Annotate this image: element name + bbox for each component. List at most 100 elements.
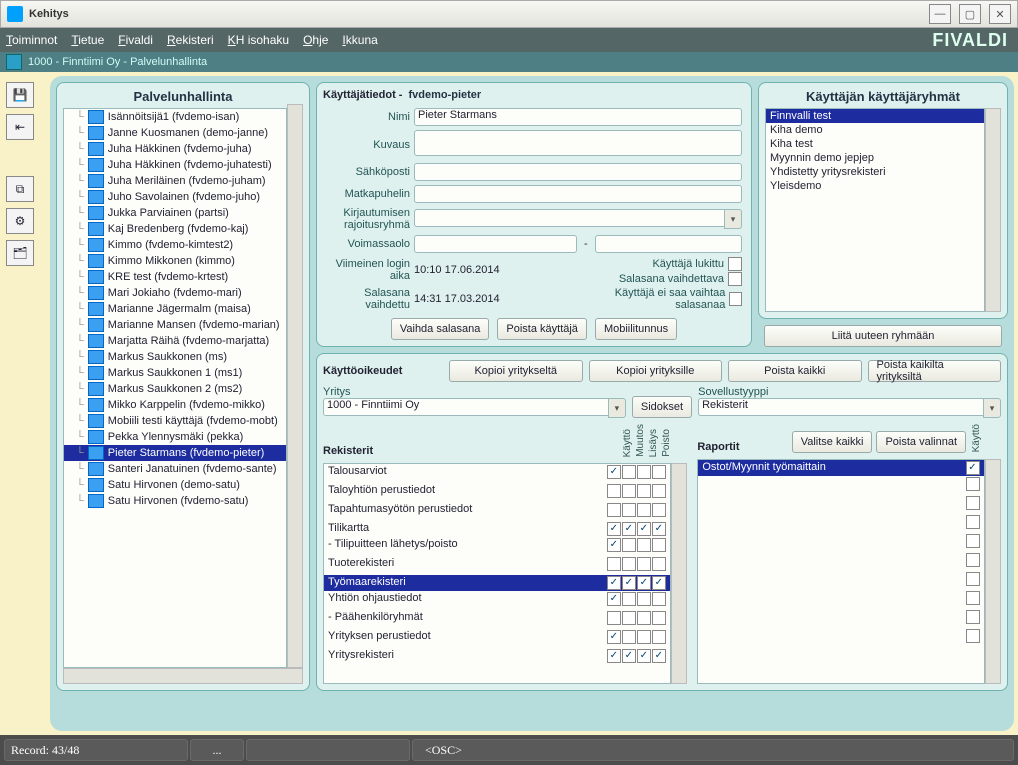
- perm-check[interactable]: [607, 557, 621, 571]
- tree-user-node[interactable]: └Marianne Jägermalm (maisa): [64, 301, 286, 317]
- bindings-button[interactable]: Sidokset: [632, 396, 692, 418]
- copy-to-button[interactable]: Kopioi yrityksille: [589, 360, 723, 382]
- register-row[interactable]: Yrityksen perustiedot✓: [324, 629, 670, 648]
- perm-check[interactable]: [637, 630, 651, 644]
- tree-user-node[interactable]: └Mobiili testi käyttäjä (fvdemo-mobt): [64, 413, 286, 429]
- perm-check[interactable]: [637, 592, 651, 606]
- tree-user-node[interactable]: └Mari Jokiaho (fvdemo-mari): [64, 285, 286, 301]
- save-button[interactable]: 💾: [6, 82, 34, 108]
- menu-item[interactable]: Fivaldi: [118, 33, 153, 47]
- report-check[interactable]: [966, 591, 980, 605]
- register-row[interactable]: Työmaarekisteri✓✓✓✓: [324, 575, 670, 591]
- perm-check[interactable]: [652, 592, 666, 606]
- perm-check[interactable]: ✓: [652, 576, 666, 590]
- perm-check[interactable]: [637, 503, 651, 517]
- perm-check[interactable]: [622, 557, 636, 571]
- valid-from-field[interactable]: [414, 235, 577, 253]
- perm-check[interactable]: [652, 465, 666, 479]
- tree-user-node[interactable]: └KRE test (fvdemo-krtest): [64, 269, 286, 285]
- perm-check[interactable]: ✓: [607, 592, 621, 606]
- chevron-down-icon[interactable]: ▾: [983, 398, 1001, 418]
- scrollbar[interactable]: [671, 463, 687, 684]
- maximize-button[interactable]: ▢: [959, 4, 981, 24]
- reports-clear-sel[interactable]: Poista valinnat: [876, 431, 966, 453]
- report-check[interactable]: [966, 629, 980, 643]
- perm-check[interactable]: [637, 611, 651, 625]
- apptype-combo[interactable]: Rekisterit: [698, 398, 983, 416]
- report-check[interactable]: [966, 496, 980, 510]
- tree-user-node[interactable]: └Markus Saukkonen (ms): [64, 349, 286, 365]
- menu-item[interactable]: Ikkuna: [342, 33, 377, 47]
- scrollbar[interactable]: [985, 108, 1001, 312]
- perm-check[interactable]: [607, 484, 621, 498]
- desc-field[interactable]: [414, 130, 742, 156]
- perm-check[interactable]: [652, 503, 666, 517]
- register-row[interactable]: Yritysrekisteri✓✓✓✓: [324, 648, 670, 664]
- exit-button[interactable]: ⇤: [6, 114, 34, 140]
- menu-item[interactable]: Toiminnot: [6, 33, 57, 47]
- group-row[interactable]: Myynnin demo jepjep: [766, 151, 984, 165]
- perm-check[interactable]: [652, 557, 666, 571]
- tree-user-node[interactable]: └Isännöitsijä1 (fvdemo-isan): [64, 109, 286, 125]
- perm-check[interactable]: ✓: [652, 649, 666, 663]
- perm-check[interactable]: [607, 611, 621, 625]
- tree-user-node[interactable]: └Juho Savolainen (fvdemo-juho): [64, 189, 286, 205]
- tree-user-node[interactable]: └Markus Saukkonen 1 (ms1): [64, 365, 286, 381]
- tree-user-node[interactable]: └Satu Hirvonen (fvdemo-satu): [64, 493, 286, 509]
- tool-button[interactable]: ⚙: [6, 208, 34, 234]
- tree-user-node[interactable]: └Juha Meriläinen (fvdemo-juham): [64, 173, 286, 189]
- report-row[interactable]: Ostot/Myynnit työmaittain✓: [698, 460, 984, 476]
- perm-check[interactable]: [652, 538, 666, 552]
- tree-user-node[interactable]: └Janne Kuosmanen (demo-janne): [64, 125, 286, 141]
- report-check[interactable]: [966, 534, 980, 548]
- groups-list[interactable]: Finnvalli testKiha demoKiha testMyynnin …: [765, 108, 985, 312]
- perm-check[interactable]: ✓: [607, 649, 621, 663]
- h-scrollbar[interactable]: [63, 668, 303, 684]
- perm-check[interactable]: [652, 484, 666, 498]
- register-row[interactable]: Tapahtumasyötön perustiedot: [324, 502, 670, 521]
- perm-check[interactable]: ✓: [652, 522, 666, 536]
- perm-check[interactable]: [652, 611, 666, 625]
- perm-check[interactable]: ✓: [607, 630, 621, 644]
- report-check[interactable]: [966, 515, 980, 529]
- copy-from-button[interactable]: Kopioi yritykseltä: [449, 360, 583, 382]
- clear-all-button[interactable]: Poista kaikki: [728, 360, 862, 382]
- perm-check[interactable]: [622, 630, 636, 644]
- register-row[interactable]: Yhtiön ohjaustiedot✓: [324, 591, 670, 610]
- perm-check[interactable]: ✓: [607, 538, 621, 552]
- report-check[interactable]: [966, 572, 980, 586]
- close-button[interactable]: ✕: [989, 4, 1011, 24]
- register-row[interactable]: Taloyhtiön perustiedot: [324, 483, 670, 502]
- tree-user-node[interactable]: └Pieter Starmans (fvdemo-pieter): [64, 445, 286, 461]
- company-combo[interactable]: 1000 - Finntiimi Oy: [323, 398, 608, 416]
- tree-user-node[interactable]: └Kimmo (fvdemo-kimtest2): [64, 237, 286, 253]
- phone-field[interactable]: [414, 185, 742, 203]
- registers-list[interactable]: Talousarviot✓Taloyhtiön perustiedotTapah…: [323, 463, 671, 684]
- chevron-down-icon[interactable]: ▾: [724, 209, 742, 229]
- perm-check[interactable]: ✓: [637, 576, 651, 590]
- register-row[interactable]: Talousarviot✓: [324, 464, 670, 483]
- perm-check[interactable]: ✓: [637, 522, 651, 536]
- report-check[interactable]: [966, 610, 980, 624]
- tree-user-node[interactable]: └Kimmo Mikkonen (kimmo): [64, 253, 286, 269]
- perm-check[interactable]: [637, 465, 651, 479]
- reports-list[interactable]: Ostot/Myynnit työmaittain✓: [697, 459, 985, 684]
- perm-check[interactable]: ✓: [622, 576, 636, 590]
- menu-item[interactable]: Rekisteri: [167, 33, 214, 47]
- scrollbar[interactable]: [287, 104, 303, 668]
- change-password-button[interactable]: Vaihda salasana: [391, 318, 490, 340]
- tree-user-node[interactable]: └Pekka Ylennysmäki (pekka): [64, 429, 286, 445]
- tree-user-node[interactable]: └Juha Häkkinen (fvdemo-juhatesti): [64, 157, 286, 173]
- perm-check[interactable]: ✓: [607, 576, 621, 590]
- perm-check[interactable]: [607, 503, 621, 517]
- menu-item[interactable]: Tietue: [71, 33, 104, 47]
- email-field[interactable]: [414, 163, 742, 181]
- perm-check[interactable]: [622, 465, 636, 479]
- register-row[interactable]: Tuoterekisteri: [324, 556, 670, 575]
- user-tree[interactable]: └Isännöitsijä1 (fvdemo-isan)└Janne Kuosm…: [63, 108, 287, 668]
- register-row[interactable]: Tilikartta✓✓✓✓: [324, 521, 670, 537]
- perm-check[interactable]: [652, 630, 666, 644]
- minimize-button[interactable]: —: [929, 4, 951, 24]
- flag-locked-check[interactable]: [728, 257, 742, 271]
- menu-item[interactable]: KH isohaku: [228, 33, 289, 47]
